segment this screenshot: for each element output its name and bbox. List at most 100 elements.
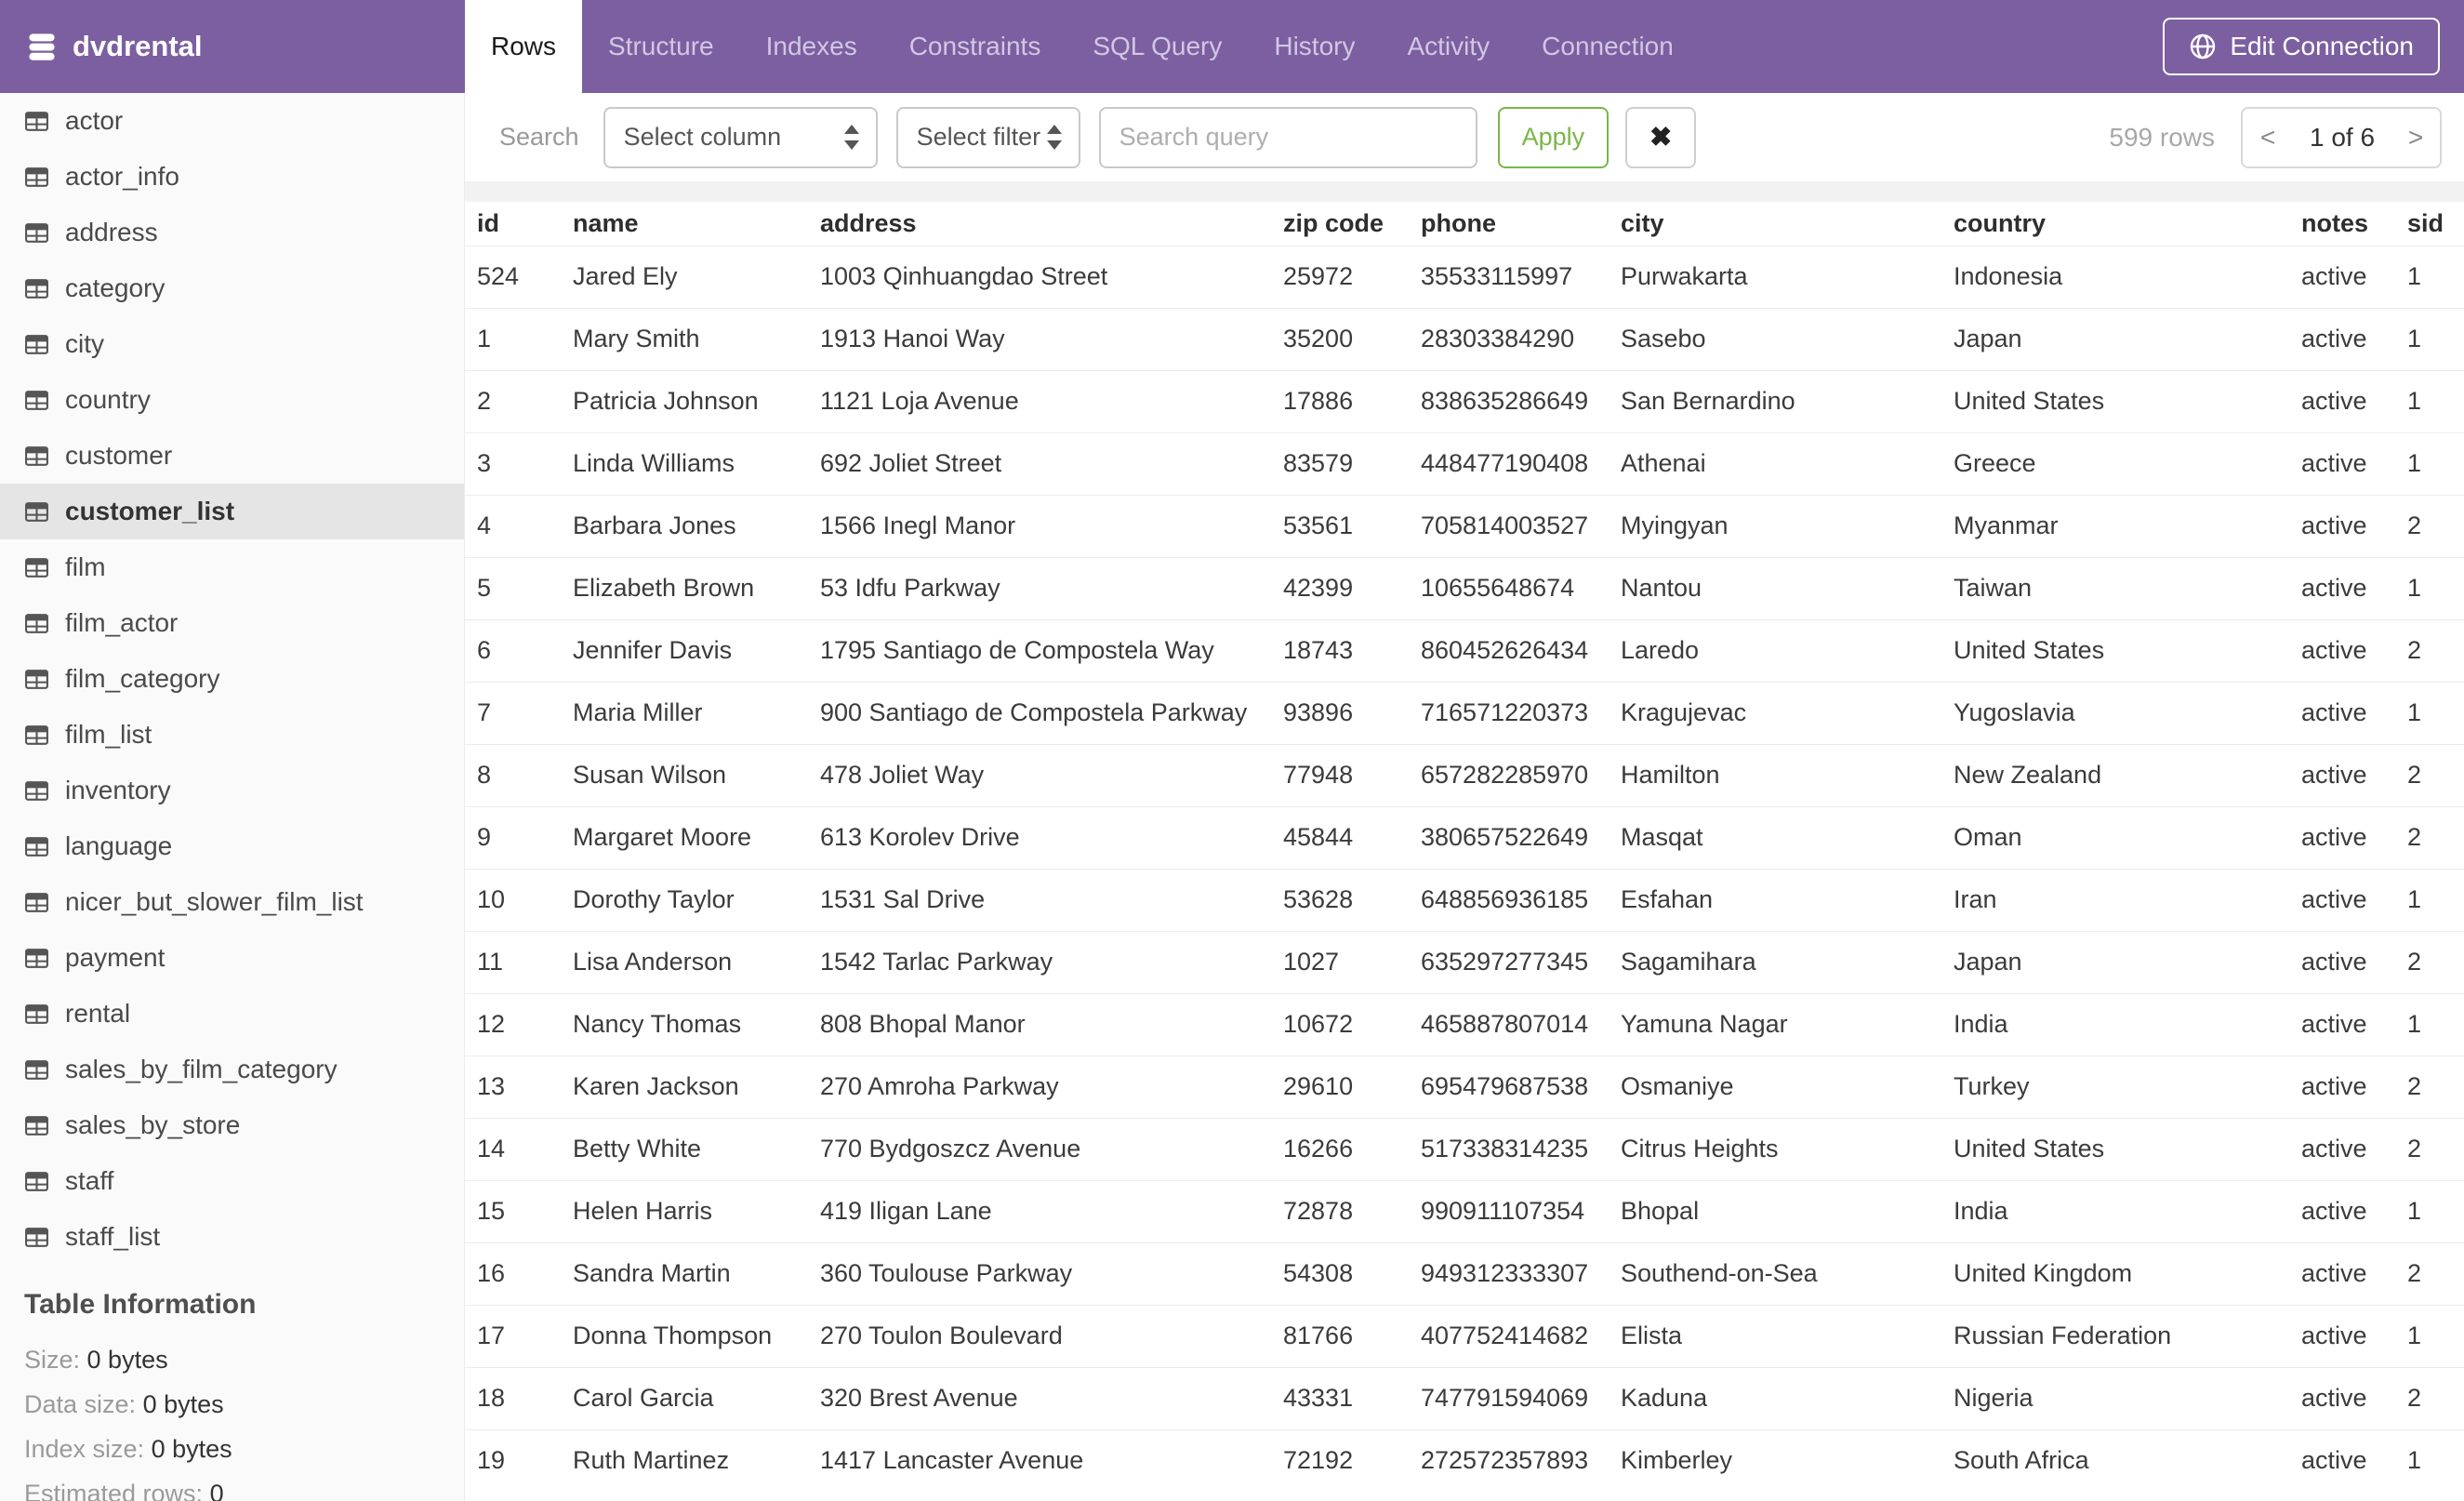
table-cell[interactable]: active — [2301, 1055, 2407, 1118]
sidebar-item-country[interactable]: country — [0, 372, 464, 428]
sidebar-item-sales_by_store[interactable]: sales_by_store — [0, 1097, 464, 1153]
table-cell[interactable]: 1542 Tarlac Parkway — [820, 930, 1283, 993]
sidebar-item-actor_info[interactable]: actor_info — [0, 149, 464, 205]
table-cell[interactable]: 13 — [465, 1055, 573, 1118]
table-cell[interactable]: 270 Toulon Boulevard — [820, 1304, 1283, 1367]
table-cell[interactable]: active — [2301, 681, 2407, 744]
table-cell[interactable]: active — [2301, 930, 2407, 993]
table-cell[interactable]: 1003 Qinhuangdao Street — [820, 245, 1283, 308]
search-query-input[interactable] — [1098, 106, 1477, 168]
table-cell[interactable]: 83579 — [1283, 432, 1421, 495]
table-cell[interactable]: 53628 — [1283, 868, 1421, 931]
table-cell[interactable]: Masqat — [1621, 805, 1954, 869]
table-cell[interactable]: 5 — [465, 556, 573, 619]
table-cell[interactable]: Oman — [1954, 805, 2301, 869]
table-cell[interactable]: United States — [1954, 369, 2301, 432]
sidebar-item-rental[interactable]: rental — [0, 986, 464, 1042]
table-cell[interactable]: 11 — [465, 930, 573, 993]
table-cell[interactable]: 19 — [465, 1428, 573, 1492]
table-cell[interactable]: 2 — [2407, 494, 2464, 557]
table-cell[interactable]: 1795 Santiago de Compostela Way — [820, 618, 1283, 682]
table-cell[interactable]: Nantou — [1621, 556, 1954, 619]
sidebar-item-film_category[interactable]: film_category — [0, 651, 464, 707]
sidebar-item-address[interactable]: address — [0, 205, 464, 260]
column-header-sid[interactable]: sid — [2407, 202, 2464, 246]
tab-connection[interactable]: Connection — [1516, 0, 1700, 93]
table-cell[interactable]: 1 — [2407, 556, 2464, 619]
table-cell[interactable]: 43331 — [1283, 1366, 1421, 1429]
table-cell[interactable]: 25972 — [1283, 245, 1421, 308]
next-page-button[interactable]: > — [2391, 108, 2440, 166]
edit-connection-button[interactable]: Edit Connection — [2163, 18, 2440, 75]
table-cell[interactable]: 1 — [2407, 307, 2464, 370]
table-cell[interactable]: Sasebo — [1621, 307, 1954, 370]
sidebar-item-film_list[interactable]: film_list — [0, 707, 464, 763]
table-cell[interactable]: 692 Joliet Street — [820, 432, 1283, 495]
table-cell[interactable]: Jennifer Davis — [573, 618, 820, 682]
table-cell[interactable]: Carol Garcia — [573, 1366, 820, 1429]
table-cell[interactable]: San Bernardino — [1621, 369, 1954, 432]
table-cell[interactable]: Jared Ely — [573, 245, 820, 308]
table-cell[interactable]: 360 Toulouse Parkway — [820, 1242, 1283, 1305]
table-cell[interactable]: Esfahan — [1621, 868, 1954, 931]
table-cell[interactable]: Susan Wilson — [573, 743, 820, 806]
table-cell[interactable]: active — [2301, 369, 2407, 432]
table-cell[interactable]: 14 — [465, 1117, 573, 1180]
sidebar-item-language[interactable]: language — [0, 818, 464, 874]
table-cell[interactable]: 1 — [2407, 432, 2464, 495]
table-cell[interactable]: 9 — [465, 805, 573, 869]
table-cell[interactable]: Nancy Thomas — [573, 992, 820, 1056]
table-cell[interactable]: 72878 — [1283, 1179, 1421, 1242]
table-cell[interactable]: 77948 — [1283, 743, 1421, 806]
table-cell[interactable]: 747791594069 — [1421, 1366, 1621, 1429]
table-cell[interactable]: 35533115997 — [1421, 245, 1621, 308]
column-header-notes[interactable]: notes — [2301, 202, 2407, 246]
table-cell[interactable]: 18 — [465, 1366, 573, 1429]
table-cell[interactable]: 716571220373 — [1421, 681, 1621, 744]
table-cell[interactable]: active — [2301, 1366, 2407, 1429]
table-cell[interactable]: 17 — [465, 1304, 573, 1367]
table-cell[interactable]: 3 — [465, 432, 573, 495]
table-cell[interactable]: active — [2301, 1117, 2407, 1180]
table-cell[interactable]: 10 — [465, 868, 573, 931]
column-header-phone[interactable]: phone — [1421, 202, 1621, 246]
table-cell[interactable]: 1 — [2407, 681, 2464, 744]
table-cell[interactable]: 990911107354 — [1421, 1179, 1621, 1242]
table-cell[interactable]: 465887807014 — [1421, 992, 1621, 1056]
table-cell[interactable]: Indonesia — [1954, 245, 2301, 308]
table-cell[interactable]: New Zealand — [1954, 743, 2301, 806]
table-cell[interactable]: Donna Thompson — [573, 1304, 820, 1367]
table-cell[interactable]: 860452626434 — [1421, 618, 1621, 682]
table-cell[interactable]: 657282285970 — [1421, 743, 1621, 806]
sidebar-item-nicer_but_slower_film_list[interactable]: nicer_but_slower_film_list — [0, 874, 464, 930]
table-cell[interactable]: 2 — [2407, 1242, 2464, 1305]
column-header-address[interactable]: address — [820, 202, 1283, 246]
column-header-name[interactable]: name — [573, 202, 820, 246]
table-cell[interactable]: Dorothy Taylor — [573, 868, 820, 931]
table-cell[interactable]: active — [2301, 618, 2407, 682]
table-cell[interactable]: 2 — [2407, 930, 2464, 993]
table-cell[interactable]: 2 — [2407, 618, 2464, 682]
table-cell[interactable]: Kragujevac — [1621, 681, 1954, 744]
table-cell[interactable]: Elizabeth Brown — [573, 556, 820, 619]
table-cell[interactable]: Hamilton — [1621, 743, 1954, 806]
table-cell[interactable]: 12 — [465, 992, 573, 1056]
table-cell[interactable]: active — [2301, 1304, 2407, 1367]
table-cell[interactable]: 35200 — [1283, 307, 1421, 370]
table-cell[interactable]: 1 — [2407, 1179, 2464, 1242]
column-header-country[interactable]: country — [1954, 202, 2301, 246]
table-cell[interactable]: 8 — [465, 743, 573, 806]
table-cell[interactable]: active — [2301, 245, 2407, 308]
table-cell[interactable]: 949312333307 — [1421, 1242, 1621, 1305]
table-cell[interactable]: United Kingdom — [1954, 1242, 2301, 1305]
table-cell[interactable]: Athenai — [1621, 432, 1954, 495]
table-cell[interactable]: 6 — [465, 618, 573, 682]
table-cell[interactable]: Japan — [1954, 930, 2301, 993]
table-cell[interactable]: 478 Joliet Way — [820, 743, 1283, 806]
table-cell[interactable]: 2 — [2407, 1366, 2464, 1429]
table-cell[interactable]: 1 — [2407, 868, 2464, 931]
table-cell[interactable]: active — [2301, 992, 2407, 1056]
table-cell[interactable]: 270 Amroha Parkway — [820, 1055, 1283, 1118]
table-cell[interactable]: 648856936185 — [1421, 868, 1621, 931]
table-cell[interactable]: 2 — [2407, 805, 2464, 869]
